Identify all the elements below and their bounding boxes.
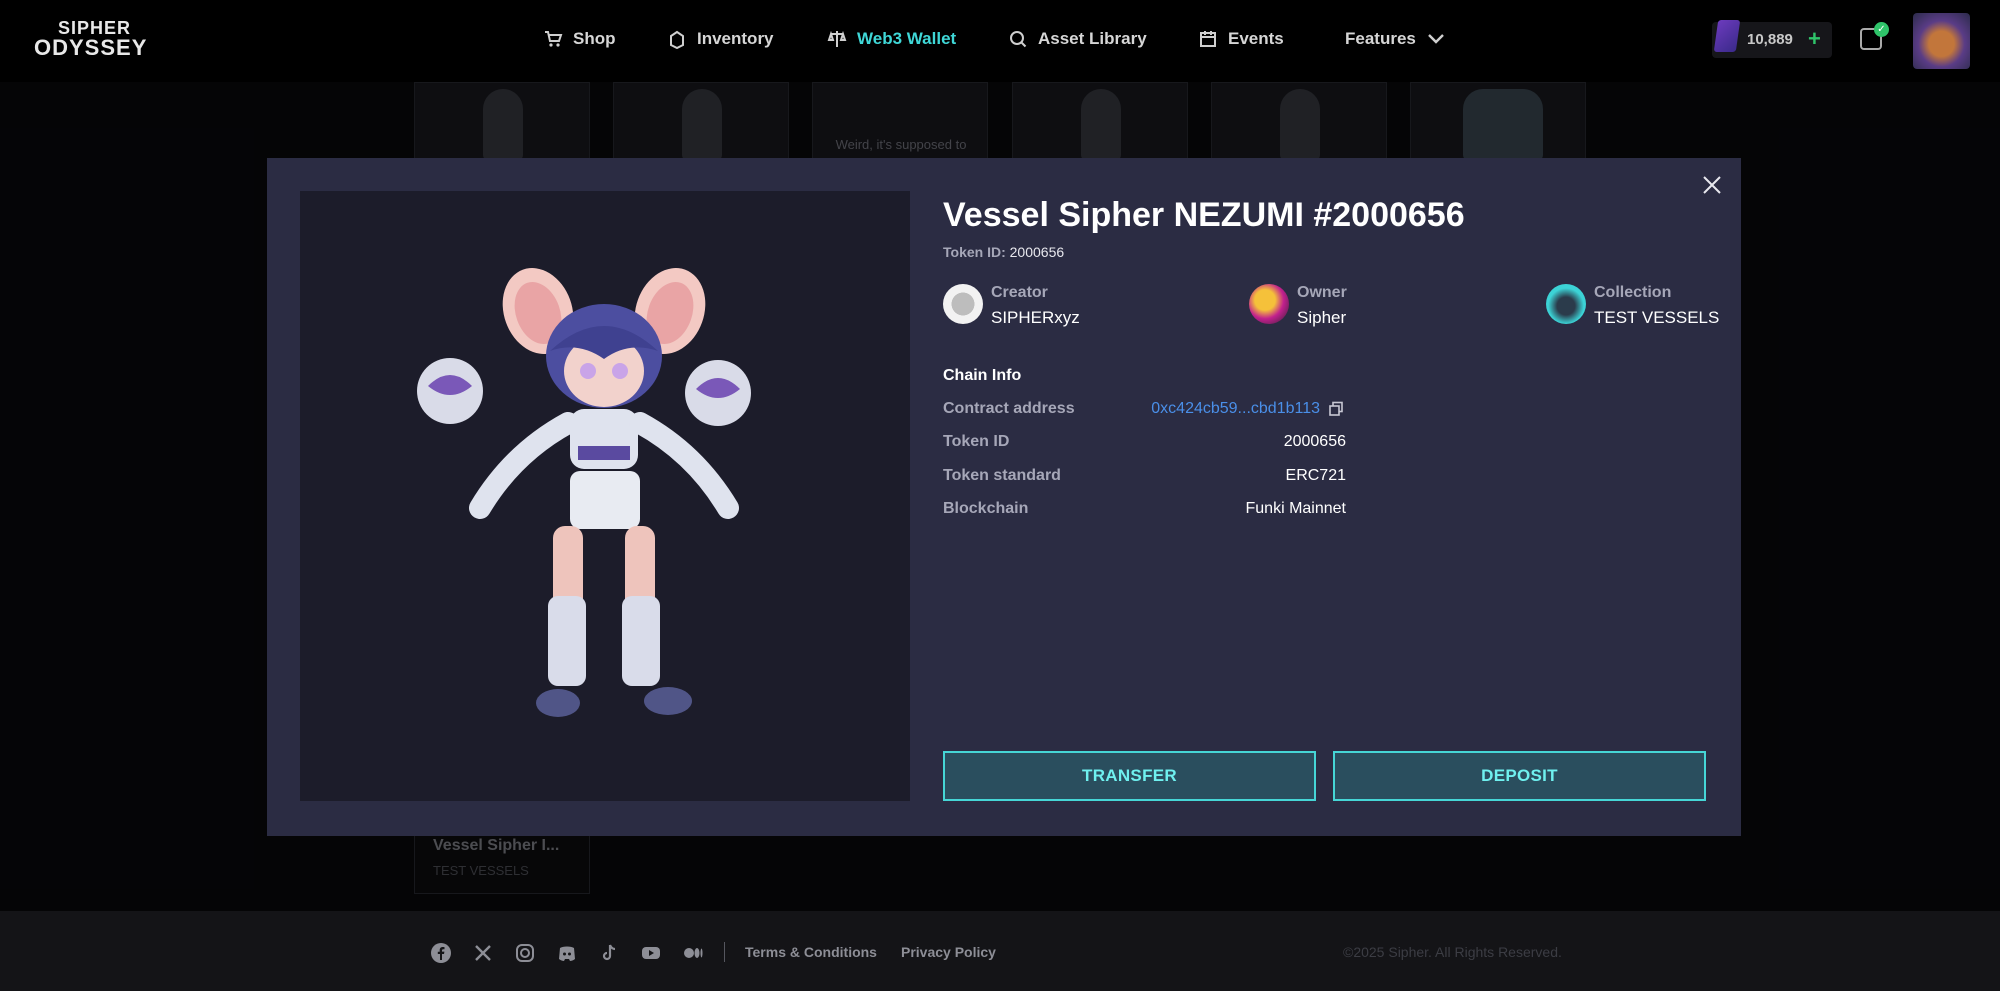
gem-currency-icon — [1713, 20, 1741, 52]
owner-avatar — [1249, 284, 1289, 324]
footer — [0, 911, 2000, 991]
tiktok-icon[interactable] — [598, 942, 620, 964]
add-funds-button[interactable]: + — [1808, 26, 1821, 52]
inventory-icon — [670, 30, 684, 49]
calendar-icon — [1200, 31, 1216, 47]
nav-features[interactable]: Features — [1345, 29, 1446, 49]
collection-info[interactable]: Collection TEST VESSELS — [1546, 284, 1719, 328]
owner-info[interactable]: Owner Sipher — [1249, 284, 1347, 328]
chain-info-heading: Chain Info — [943, 367, 1022, 384]
top-navigation-bar: SIPHER ODYSSEY Shop Inventory Web3 Walle… — [0, 0, 2000, 82]
sipher-odyssey-logo[interactable]: SIPHER ODYSSEY — [34, 18, 160, 62]
nft-preview-image — [300, 191, 910, 801]
copy-icon[interactable] — [1328, 401, 1344, 417]
collection-avatar — [1546, 284, 1586, 324]
blockchain-label: Blockchain — [943, 500, 1029, 517]
facebook-icon[interactable] — [430, 942, 452, 964]
nav-asset-library[interactable]: Asset Library — [1008, 29, 1147, 49]
token-id-label: Token ID — [943, 433, 1010, 450]
youtube-icon[interactable] — [640, 942, 662, 964]
user-avatar[interactable] — [1913, 13, 1970, 69]
nav-inventory[interactable]: Inventory — [667, 29, 774, 49]
creator-avatar — [943, 284, 983, 324]
close-icon[interactable] — [1701, 174, 1723, 196]
contract-address-label: Contract address — [943, 400, 1075, 417]
asset-title: Vessel Sipher NEZUMI #2000656 — [943, 196, 1465, 234]
instagram-icon[interactable] — [514, 942, 536, 964]
nav-shop[interactable]: Shop — [543, 29, 616, 49]
token-id-line: Token ID: 2000656 — [943, 244, 1065, 260]
chevron-down-icon — [1428, 34, 1444, 44]
contract-address-link[interactable]: 0xc424cb59...cbd1b113 — [1151, 400, 1320, 418]
search-icon — [1010, 31, 1027, 48]
status-badge: ✓ — [1874, 22, 1889, 37]
medium-icon[interactable] — [682, 942, 704, 964]
footer-divider — [724, 942, 725, 962]
copyright-text: ©2025 Sipher. All Rights Reserved. — [1343, 944, 1562, 960]
token-standard-label: Token standard — [943, 467, 1061, 484]
terms-link[interactable]: Terms & Conditions — [745, 944, 877, 960]
discord-icon[interactable] — [556, 942, 578, 964]
character-illustration — [417, 268, 751, 717]
transfer-button[interactable]: TRANSFER — [943, 751, 1316, 801]
deposit-button[interactable]: DEPOSIT — [1333, 751, 1706, 801]
privacy-link[interactable]: Privacy Policy — [901, 944, 996, 960]
blockchain-value: Funki Mainnet — [1245, 500, 1347, 517]
creator-info[interactable]: Creator SIPHERxyz — [943, 284, 1080, 328]
x-icon[interactable] — [472, 942, 494, 964]
nav-web3-wallet[interactable]: Web3 Wallet — [827, 29, 956, 49]
scale-icon — [827, 30, 847, 47]
cart-icon — [545, 31, 563, 47]
token-id-value: 2000656 — [1283, 433, 1346, 450]
balance-amount: 10,889 — [1747, 31, 1793, 48]
nav-events[interactable]: Events — [1198, 29, 1284, 49]
token-standard-value: ERC721 — [1285, 467, 1346, 484]
